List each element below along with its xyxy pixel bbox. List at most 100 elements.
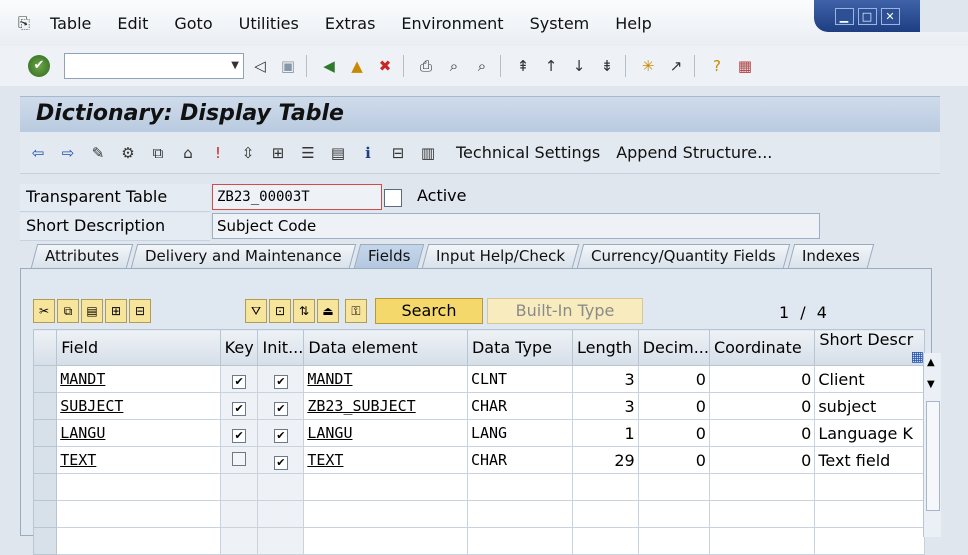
data-type-cell[interactable] [466, 527, 573, 555]
search-button[interactable]: Search [375, 298, 483, 324]
key-checkbox-cell[interactable] [219, 500, 259, 528]
tab-currency-quantity[interactable]: Currency/Quantity Fields [576, 244, 791, 268]
menu-edit[interactable]: Edit [117, 14, 148, 33]
init-checkbox-cell[interactable] [257, 500, 305, 528]
info-icon[interactable]: ℹ [356, 141, 380, 165]
menu-extras[interactable]: Extras [325, 14, 376, 33]
length-cell[interactable] [571, 473, 639, 501]
decimals-cell[interactable] [637, 527, 710, 555]
table-row[interactable] [32, 500, 925, 528]
enter-check-icon[interactable]: ✔ [28, 55, 50, 77]
graphic-icon[interactable]: ⊟ [386, 141, 410, 165]
key-checkbox-cell[interactable] [219, 473, 259, 501]
coordinate-cell[interactable] [708, 473, 816, 501]
previous-page-icon[interactable]: ↑ [539, 54, 563, 78]
row-selector[interactable] [32, 500, 58, 528]
column-header-field[interactable]: Field [56, 329, 221, 366]
built-in-type-button[interactable]: Built-In Type [487, 298, 643, 324]
menu-environment[interactable]: Environment [401, 14, 503, 33]
field-name-cell[interactable] [56, 527, 221, 555]
init-checkbox[interactable]: ✔ [273, 401, 288, 416]
tab-input-help-check[interactable]: Input Help/Check [421, 244, 580, 268]
column-header-short-desc[interactable]: Short Descr ▦ [814, 329, 925, 366]
table-row[interactable]: MANDT ✔ ✔ MANDT CLNT 3 0 0 Client [32, 365, 925, 393]
key-checkbox-cell[interactable] [219, 446, 259, 474]
menu-table[interactable]: Table [50, 14, 91, 33]
init-checkbox-cell[interactable] [257, 473, 305, 501]
eject-icon[interactable]: ⏏ [317, 299, 339, 323]
first-page-icon[interactable]: ⇞ [511, 54, 535, 78]
init-checkbox-cell[interactable] [257, 527, 305, 555]
delete-row-icon[interactable]: ⊟ [129, 299, 151, 323]
column-header-init[interactable]: Init... [257, 329, 305, 366]
row-selector[interactable] [32, 365, 58, 393]
short-description-cell[interactable] [814, 527, 925, 555]
length-cell[interactable]: 1 [571, 419, 639, 447]
init-checkbox-cell[interactable]: ✔ [257, 365, 305, 393]
short-description-field[interactable]: Subject Code [212, 213, 820, 239]
table-row[interactable] [32, 473, 925, 501]
copy-icon[interactable]: ⧉ [57, 299, 79, 323]
layout-menu-icon[interactable]: ▦ [733, 54, 757, 78]
menu-utilities[interactable]: Utilities [239, 14, 299, 33]
decimals-cell[interactable]: 0 [637, 392, 710, 420]
object-list-icon[interactable]: ǃ [206, 141, 230, 165]
key-icon[interactable]: ⚿ [345, 299, 367, 323]
key-checkbox[interactable] [232, 451, 247, 466]
data-element-cell[interactable]: MANDT [303, 365, 468, 393]
table-row[interactable]: TEXT ✔ TEXT CHAR 29 0 0 Text field [32, 446, 925, 474]
decimals-cell[interactable]: 0 [637, 365, 710, 393]
init-checkbox-cell[interactable]: ✔ [257, 446, 305, 474]
column-header-data-type[interactable]: Data Type [466, 329, 573, 366]
key-checkbox-cell[interactable] [219, 527, 259, 555]
hierarchy-icon[interactable]: ⊞ [266, 141, 290, 165]
system-menu-icon[interactable]: ⎘ [18, 14, 40, 32]
filter-icon[interactable]: ⛛ [245, 299, 267, 323]
expand-icon[interactable] [384, 189, 402, 207]
field-name-cell[interactable]: MANDT [56, 365, 221, 393]
length-cell[interactable]: 3 [571, 365, 639, 393]
data-type-cell[interactable] [466, 473, 573, 501]
menu-system[interactable]: System [530, 14, 590, 33]
collapse-left-icon[interactable]: ◁ [248, 54, 272, 78]
maximize-icon[interactable]: □ [857, 7, 877, 25]
close-icon[interactable]: ✕ [880, 7, 900, 25]
sort-icon[interactable]: ⇅ [293, 299, 315, 323]
scroll-thumb[interactable] [926, 401, 940, 511]
menu-goto[interactable]: Goto [174, 14, 212, 33]
short-description-cell[interactable]: subject [814, 392, 925, 420]
data-element-cell[interactable] [303, 500, 468, 528]
row-selector[interactable] [32, 392, 58, 420]
short-description-cell[interactable]: Text field [814, 446, 925, 474]
decimals-cell[interactable]: 0 [637, 419, 710, 447]
table-row[interactable]: SUBJECT ✔ ✔ ZB23_SUBJECT CHAR 3 0 0 subject [32, 392, 925, 420]
chevron-down-icon[interactable]: ▼ [231, 60, 239, 71]
init-checkbox[interactable]: ✔ [273, 455, 288, 470]
length-cell[interactable] [571, 500, 639, 528]
technical-settings-button[interactable]: Technical Settings [456, 143, 600, 162]
data-type-cell[interactable]: CLNT [466, 365, 573, 393]
tab-indexes[interactable]: Indexes [787, 244, 874, 268]
column-header-data-element[interactable]: Data element [303, 329, 468, 366]
next-page-icon[interactable]: ↓ [567, 54, 591, 78]
save-icon[interactable]: ▣ [276, 54, 300, 78]
vertical-scrollbar[interactable]: ▲ ▼ [923, 353, 941, 537]
data-type-cell[interactable] [466, 500, 573, 528]
field-name-cell[interactable]: LANGU [56, 419, 221, 447]
append-structure-button[interactable]: Append Structure... [616, 143, 772, 162]
coordinate-cell[interactable]: 0 [708, 392, 816, 420]
field-name-cell[interactable]: TEXT [56, 446, 221, 474]
length-cell[interactable]: 29 [571, 446, 639, 474]
find-next-icon[interactable]: ⌕ [470, 54, 494, 78]
key-checkbox-cell[interactable]: ✔ [219, 419, 259, 447]
coordinate-cell[interactable]: 0 [708, 365, 816, 393]
coordinate-cell[interactable] [708, 500, 816, 528]
field-name-cell[interactable]: SUBJECT [56, 392, 221, 420]
field-name-cell[interactable] [56, 500, 221, 528]
back-icon[interactable]: ◀ [317, 54, 341, 78]
coordinate-cell[interactable]: 0 [708, 446, 816, 474]
scroll-down-icon[interactable]: ▼ [927, 379, 935, 390]
column-header-key[interactable]: Key [219, 329, 259, 366]
decimals-cell[interactable] [637, 500, 710, 528]
data-type-cell[interactable]: CHAR [466, 392, 573, 420]
